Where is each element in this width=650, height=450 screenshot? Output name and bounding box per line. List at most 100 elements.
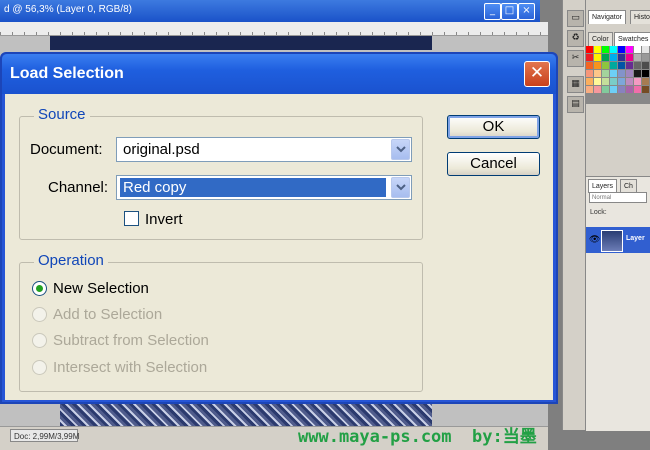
source-group: Source Document: original.psd Channel: R…	[19, 106, 423, 240]
color-swatch[interactable]	[602, 46, 609, 53]
add-to-selection-label: Add to Selection	[53, 306, 163, 323]
color-swatch[interactable]	[594, 54, 601, 61]
load-selection-dialog: Load Selection ✕ Source Document: origin…	[0, 52, 558, 404]
color-swatch[interactable]	[626, 54, 633, 61]
color-swatch[interactable]	[610, 70, 617, 77]
tab-layers[interactable]: Layers	[588, 179, 618, 193]
color-swatch[interactable]	[594, 86, 601, 93]
color-swatch[interactable]	[634, 46, 641, 53]
color-swatch[interactable]	[586, 54, 593, 61]
color-swatch[interactable]	[626, 78, 633, 85]
color-swatch[interactable]	[602, 78, 609, 85]
tools-icon[interactable]: ✂	[567, 50, 584, 67]
color-swatch[interactable]	[618, 86, 625, 93]
color-swatch[interactable]	[618, 54, 625, 61]
top-ruler	[0, 22, 548, 36]
color-swatch[interactable]	[594, 46, 601, 53]
intersect-with-selection-radio	[32, 360, 47, 375]
document-titlebar: d @ 56,3% (Layer 0, RGB/8) _ □ ×	[0, 0, 540, 22]
palette-icon-1[interactable]: ▦	[567, 76, 584, 93]
invert-checkbox[interactable]	[124, 211, 139, 226]
close-icon[interactable]: ×	[518, 3, 535, 20]
color-swatch[interactable]	[642, 78, 649, 85]
color-swatch[interactable]	[634, 78, 641, 85]
tab-navigator[interactable]: Navigator	[588, 10, 626, 24]
color-swatch[interactable]	[634, 70, 641, 77]
color-swatch[interactable]	[618, 78, 625, 85]
color-swatch[interactable]	[594, 70, 601, 77]
subtract-from-selection-radio	[32, 333, 47, 348]
palette-icon-2[interactable]: ▤	[567, 96, 584, 113]
swatches-grid[interactable]	[586, 46, 650, 104]
color-swatch[interactable]	[610, 46, 617, 53]
document-label: Document:	[30, 141, 103, 158]
color-swatch[interactable]	[642, 54, 649, 61]
color-swatch[interactable]	[610, 54, 617, 61]
color-swatch[interactable]	[618, 62, 625, 69]
color-swatch[interactable]	[642, 62, 649, 69]
color-swatch[interactable]	[586, 78, 593, 85]
layer-name: Layer	[626, 235, 645, 242]
new-selection-radio[interactable]	[32, 281, 47, 296]
rectangle-tool-icon[interactable]: ▭	[567, 10, 584, 27]
color-swatch[interactable]	[642, 86, 649, 93]
ok-button[interactable]: OK	[447, 115, 540, 139]
chevron-down-icon[interactable]	[391, 177, 410, 198]
color-swatch[interactable]	[602, 70, 609, 77]
color-swatch[interactable]	[626, 70, 633, 77]
color-swatch[interactable]	[634, 62, 641, 69]
close-icon[interactable]: ✕	[524, 61, 550, 87]
channel-select[interactable]: Red copy	[116, 175, 412, 200]
color-swatch[interactable]	[610, 86, 617, 93]
color-swatch[interactable]	[586, 46, 593, 53]
invert-label[interactable]: Invert	[145, 211, 183, 228]
tools-strip: ▭ ♻ ✂ ▦ ▤	[562, 0, 586, 430]
history-brush-icon[interactable]: ♻	[567, 30, 584, 47]
color-swatch[interactable]	[642, 70, 649, 77]
lock-label: Lock:	[590, 209, 607, 216]
maximize-icon[interactable]: □	[501, 3, 518, 20]
color-swatch[interactable]	[626, 46, 633, 53]
color-swatch[interactable]	[602, 62, 609, 69]
color-swatch[interactable]	[594, 78, 601, 85]
document-select[interactable]: original.psd	[116, 137, 412, 162]
eye-icon[interactable]: 👁	[589, 235, 600, 245]
color-swatch[interactable]	[610, 62, 617, 69]
document-image-top	[50, 36, 432, 50]
layer-thumbnail	[601, 230, 623, 252]
document-title: d @ 56,3% (Layer 0, RGB/8)	[4, 4, 132, 15]
dialog-body: Source Document: original.psd Channel: R…	[5, 94, 553, 400]
color-swatch[interactable]	[586, 70, 593, 77]
radio-selected-dot	[36, 285, 43, 292]
subtract-from-selection-label: Subtract from Selection	[53, 332, 209, 349]
tab-channels[interactable]: Ch	[620, 179, 637, 193]
color-swatch[interactable]	[586, 86, 593, 93]
channel-label: Channel:	[48, 179, 109, 196]
layers-panel: Layers Ch Normal Lock: 👁 Layer	[586, 176, 650, 431]
color-swatch[interactable]	[618, 70, 625, 77]
minimize-icon[interactable]: _	[484, 3, 501, 20]
channel-value: Red copy	[123, 179, 187, 196]
color-swatch[interactable]	[610, 78, 617, 85]
color-swatch[interactable]	[634, 54, 641, 61]
blend-mode-select[interactable]: Normal	[589, 192, 647, 203]
color-swatch[interactable]	[602, 54, 609, 61]
tab-color[interactable]: Color	[588, 32, 613, 46]
color-swatch[interactable]	[586, 62, 593, 69]
color-swatch[interactable]	[626, 62, 633, 69]
color-swatch[interactable]	[626, 86, 633, 93]
cancel-button[interactable]: Cancel	[447, 152, 540, 176]
layer-row[interactable]: 👁 Layer	[586, 227, 650, 253]
chevron-down-icon[interactable]	[391, 139, 410, 160]
operation-legend: Operation	[34, 252, 108, 269]
color-swatch[interactable]	[642, 46, 649, 53]
color-swatch[interactable]	[634, 86, 641, 93]
document-value: original.psd	[123, 141, 200, 158]
dialog-titlebar[interactable]: Load Selection ✕	[2, 54, 556, 94]
tab-histogram[interactable]: Histo	[630, 10, 650, 24]
color-swatch[interactable]	[602, 86, 609, 93]
new-selection-label[interactable]: New Selection	[53, 280, 149, 297]
color-swatch[interactable]	[594, 62, 601, 69]
tab-swatches[interactable]: Swatches	[614, 32, 650, 46]
color-swatch[interactable]	[618, 46, 625, 53]
